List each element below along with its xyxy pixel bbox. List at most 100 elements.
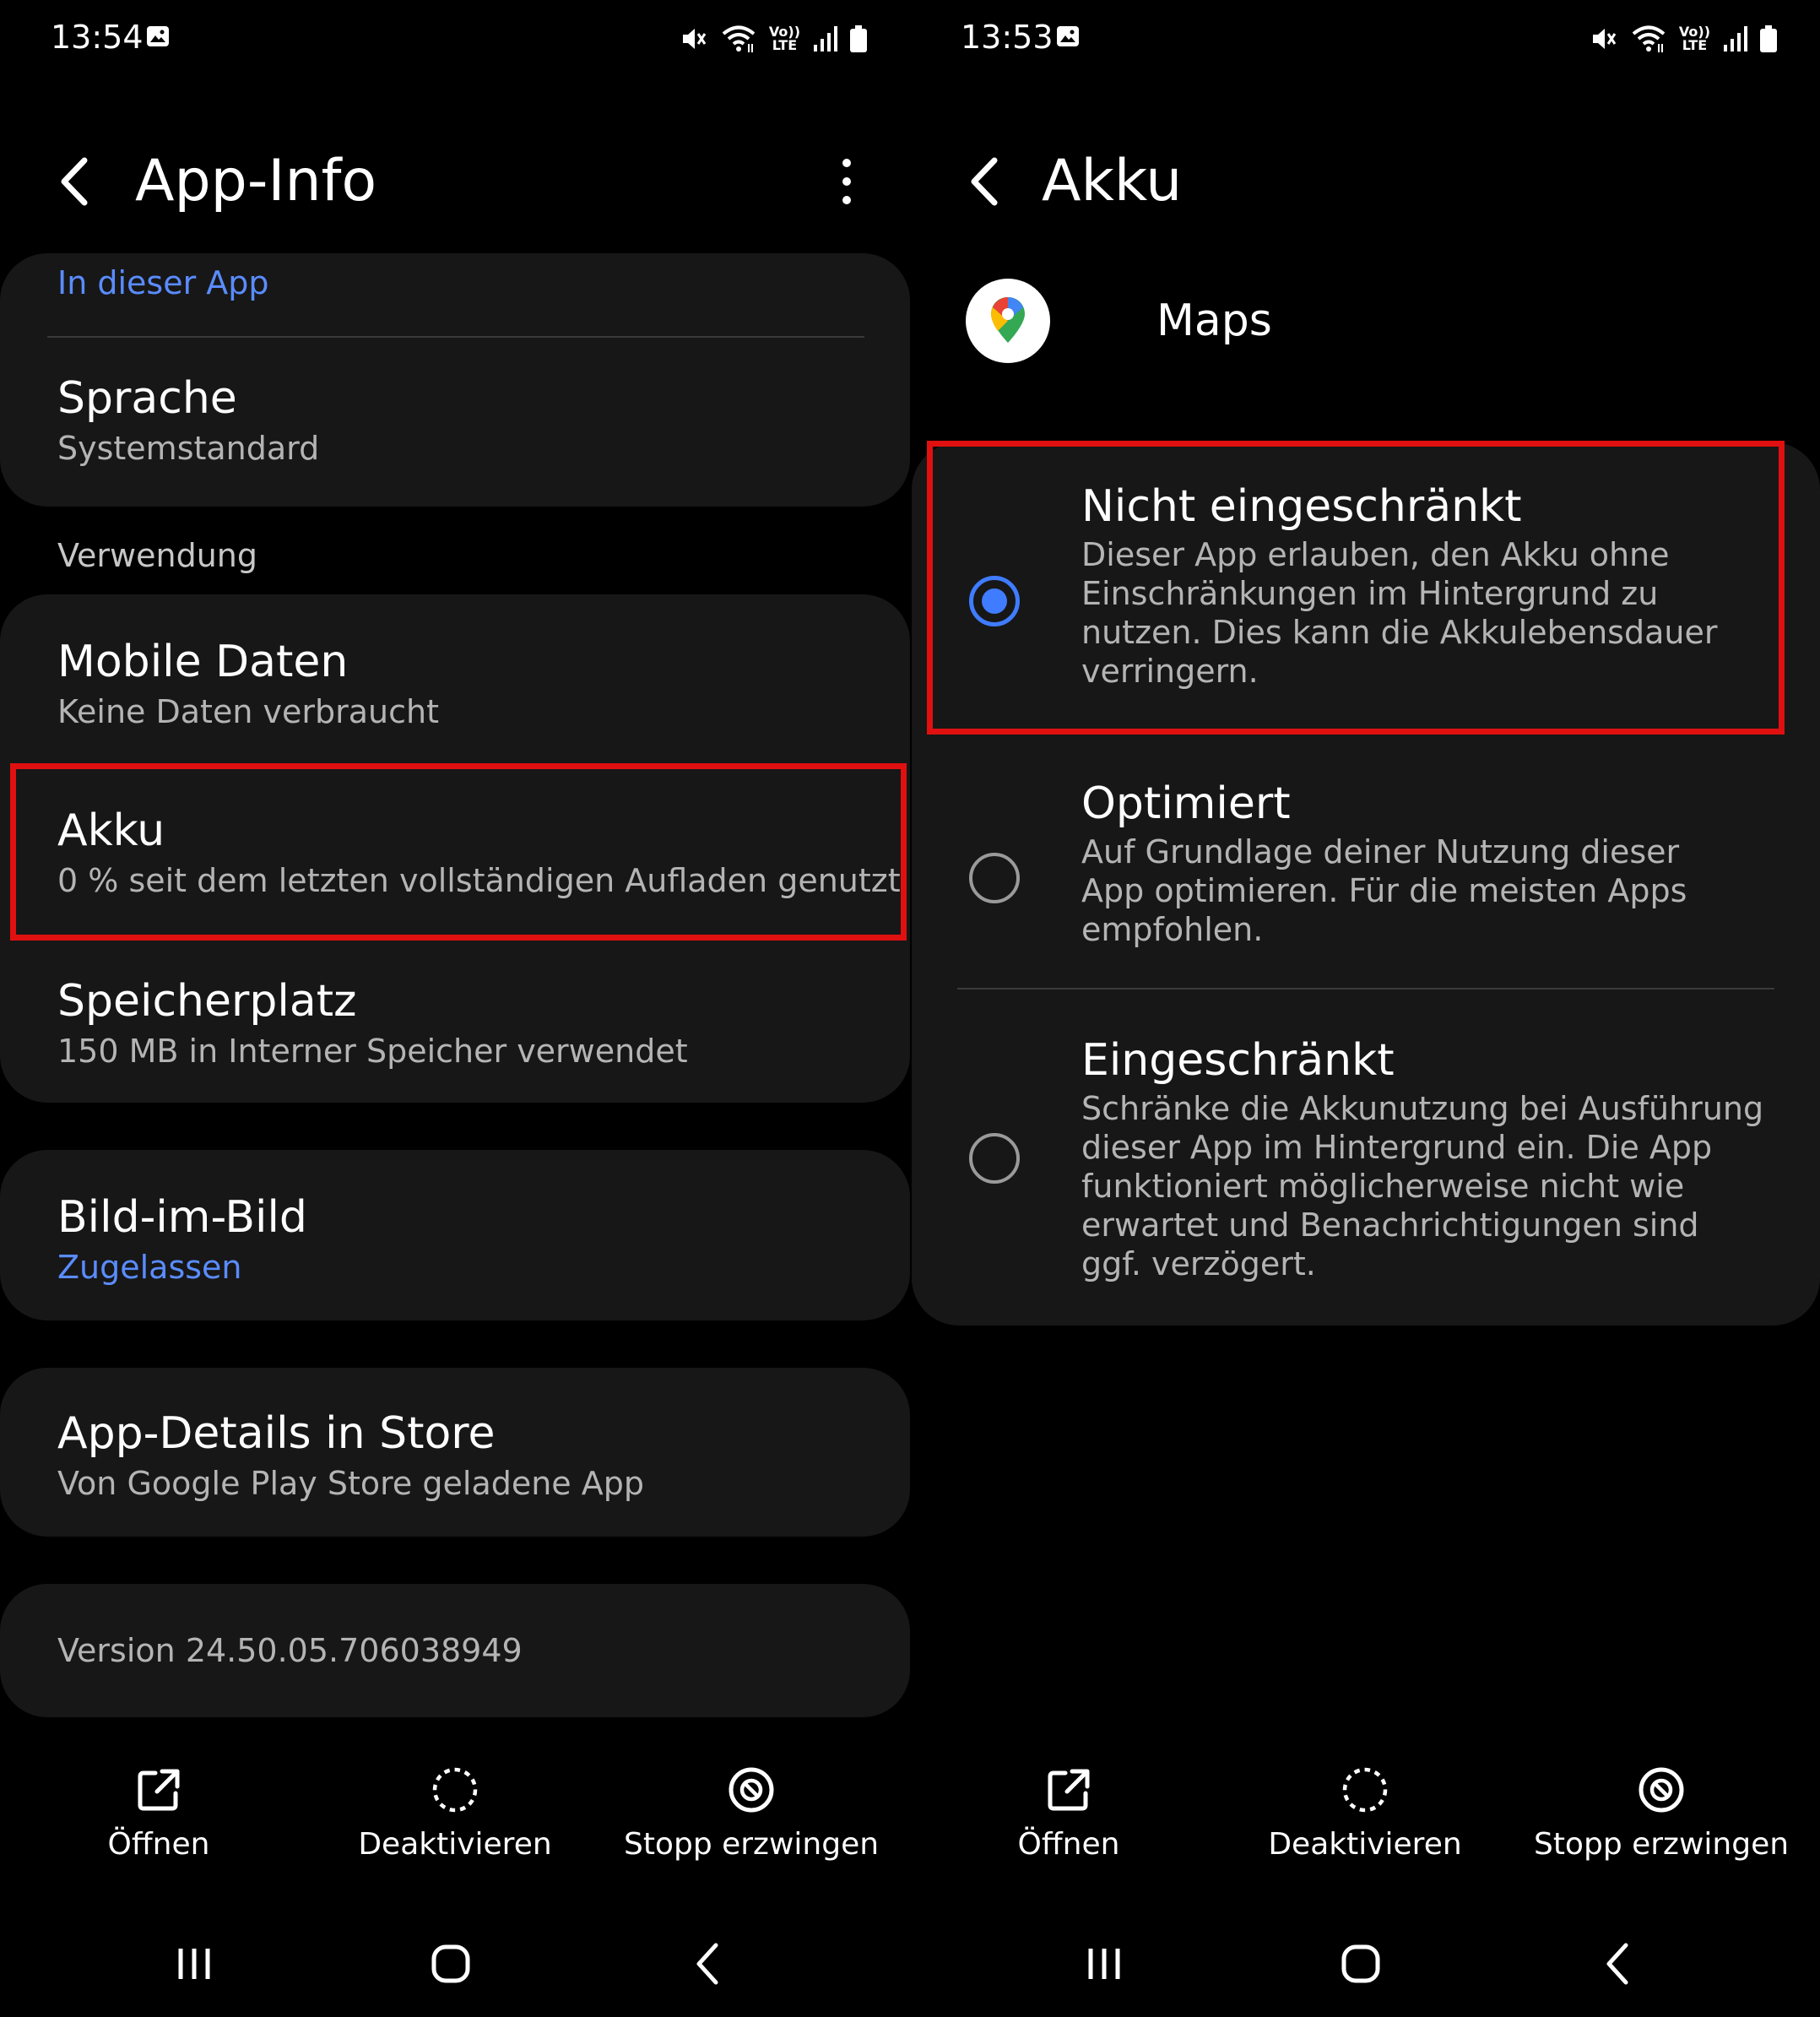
disable-label: Deaktivieren (1268, 1827, 1462, 1862)
status-icons: Vo)) LTE (678, 19, 868, 59)
app-bar: App-Info (0, 135, 910, 228)
force-stop-button[interactable]: Stopp erzwingen (1518, 1765, 1805, 1862)
option-restricted-desc: Schränke die Akkunutzung bei Ausführung … (1081, 1090, 1764, 1282)
divider (47, 336, 864, 338)
disable-icon (1342, 1767, 1388, 1813)
disable-button[interactable]: Deaktivieren (1221, 1765, 1509, 1862)
storage-item[interactable]: Speicherplatz 150 MB in Interner Speiche… (57, 974, 876, 1072)
usage-section-label: Verwendung (57, 537, 257, 574)
divider (957, 988, 1774, 990)
maps-app-icon (966, 279, 1050, 363)
mute-icon (1592, 29, 1617, 49)
recents-icon[interactable] (169, 1938, 219, 1989)
home-icon[interactable] (425, 1938, 476, 1989)
option-optimized-title: Optimiert (1081, 778, 1291, 829)
home-icon[interactable] (1335, 1938, 1386, 1989)
system-nav-bar (0, 1925, 910, 2001)
open-label: Öffnen (1017, 1827, 1120, 1862)
gallery-icon (147, 26, 169, 46)
battery-icon (850, 25, 867, 52)
bottom-action-bar: Öffnen Deaktivieren Stopp erzwingen (0, 1765, 910, 1891)
language-item[interactable]: Sprache Systemstandard (57, 371, 876, 469)
mobile-data-title: Mobile Daten (57, 637, 349, 687)
signal-icon (814, 26, 837, 52)
settings-card-general: In dieser App Sprache Systemstandard (0, 253, 910, 507)
radio-optimized[interactable] (969, 853, 1020, 903)
open-button[interactable]: Öffnen (15, 1765, 302, 1862)
version-text: Version 24.50.05.706038949 (57, 1632, 523, 1669)
language-title: Sprache (57, 373, 237, 424)
force-stop-icon (729, 1767, 774, 1813)
page-title: App-Info (135, 148, 377, 214)
option-unrestricted[interactable]: Nicht eingeschränkt Dieser App erlauben,… (912, 480, 1820, 733)
volte-lte-icon: Vo)) LTE (768, 24, 800, 53)
volte-lte-icon: Vo)) LTE (1678, 24, 1710, 53)
settings-card-usage: Mobile Daten Keine Daten verbraucht Akku… (0, 594, 910, 1103)
app-name: Maps (1156, 296, 1272, 346)
mobile-data-subtitle: Keine Daten verbraucht (57, 693, 439, 730)
force-stop-label: Stopp erzwingen (1533, 1827, 1790, 1862)
signal-icon (1724, 26, 1747, 52)
option-optimized-text: Optimiert Auf Grundlage deiner Nutzung d… (1081, 777, 1769, 949)
store-details-item[interactable]: App-Details in Store Von Google Play Sto… (57, 1407, 876, 1505)
pip-title: Bild-im-Bild (57, 1192, 307, 1243)
language-subtitle: Systemstandard (57, 430, 320, 467)
more-options-icon[interactable] (834, 156, 859, 207)
battery-item[interactable]: Akku 0 % seit dem letzten vollständigen … (57, 804, 901, 902)
page-title: Akku (1042, 148, 1183, 214)
nav-back-icon[interactable] (1594, 1938, 1644, 1989)
store-details-subtitle: Von Google Play Store geladene App (57, 1465, 645, 1502)
wifi-icon (722, 25, 756, 52)
maps-pin-icon (991, 297, 1025, 343)
battery-options-card: Nicht eingeschränkt Dieser App erlauben,… (912, 442, 1820, 1326)
status-bar: 13:54 Vo)) LTE (0, 12, 910, 62)
back-arrow-icon[interactable] (961, 154, 1011, 209)
wifi-icon (1632, 25, 1666, 52)
version-item: Version 24.50.05.706038949 (57, 1628, 876, 1672)
battery-title: Akku (57, 805, 165, 856)
option-optimized[interactable]: Optimiert Auf Grundlage deiner Nutzung d… (912, 777, 1820, 988)
mobile-data-item[interactable]: Mobile Daten Keine Daten verbraucht (57, 635, 876, 733)
app-bar: Akku (910, 135, 1820, 228)
status-time: 13:54 (51, 19, 144, 56)
option-restricted-text: Eingeschränkt Schränke die Akkunutzung b… (1081, 1033, 1769, 1283)
force-stop-label: Stopp erzwingen (623, 1827, 880, 1862)
option-unrestricted-desc: Dieser App erlauben, den Akku ohne Einsc… (1081, 536, 1718, 690)
storage-title: Speicherplatz (57, 976, 357, 1027)
radio-restricted[interactable] (969, 1133, 1020, 1184)
disable-icon (432, 1767, 478, 1813)
battery-subtitle: 0 % seit dem letzten vollständigen Aufla… (57, 862, 901, 899)
battery-settings-screen: 13:53 Vo)) LTE Akku Maps Nicht eingeschr… (910, 0, 1820, 2017)
system-nav-bar (910, 1925, 1820, 2001)
gallery-icon (1057, 26, 1079, 46)
option-optimized-desc: Auf Grundlage deiner Nutzung dieser App … (1081, 833, 1687, 948)
option-restricted-title: Eingeschränkt (1081, 1035, 1395, 1086)
pip-item[interactable]: Bild-im-Bild Zugelassen (57, 1190, 876, 1288)
open-external-icon (138, 1769, 180, 1811)
app-info-screen: 13:54 Vo)) LTE App-Info In dieser App Spr… (0, 0, 910, 2017)
notifications-subtitle: In dieser App (57, 264, 269, 301)
force-stop-icon (1639, 1767, 1684, 1813)
disable-button[interactable]: Deaktivieren (311, 1765, 599, 1862)
open-external-icon (1048, 1769, 1090, 1811)
force-stop-button[interactable]: Stopp erzwingen (608, 1765, 895, 1862)
pip-subtitle: Zugelassen (57, 1249, 242, 1286)
radio-unrestricted[interactable] (969, 576, 1020, 626)
open-label: Öffnen (107, 1827, 210, 1862)
nav-back-icon[interactable] (684, 1938, 734, 1989)
version-card: Version 24.50.05.706038949 (0, 1584, 910, 1717)
notifications-item[interactable]: In dieser App (57, 260, 876, 304)
option-restricted[interactable]: Eingeschränkt Schränke die Akkunutzung b… (912, 1033, 1820, 1287)
battery-icon (1760, 25, 1777, 52)
store-details-title: App-Details in Store (57, 1408, 496, 1459)
disable-label: Deaktivieren (358, 1827, 552, 1862)
status-icons: Vo)) LTE (1588, 19, 1778, 59)
settings-card-pip: Bild-im-Bild Zugelassen (0, 1150, 910, 1320)
status-bar: 13:53 Vo)) LTE (910, 12, 1820, 62)
bottom-action-bar: Öffnen Deaktivieren Stopp erzwingen (910, 1765, 1820, 1891)
storage-subtitle: 150 MB in Interner Speicher verwendet (57, 1033, 688, 1070)
recents-icon[interactable] (1079, 1938, 1129, 1989)
option-unrestricted-title: Nicht eingeschränkt (1081, 481, 1522, 532)
back-arrow-icon[interactable] (51, 154, 101, 209)
open-button[interactable]: Öffnen (925, 1765, 1212, 1862)
